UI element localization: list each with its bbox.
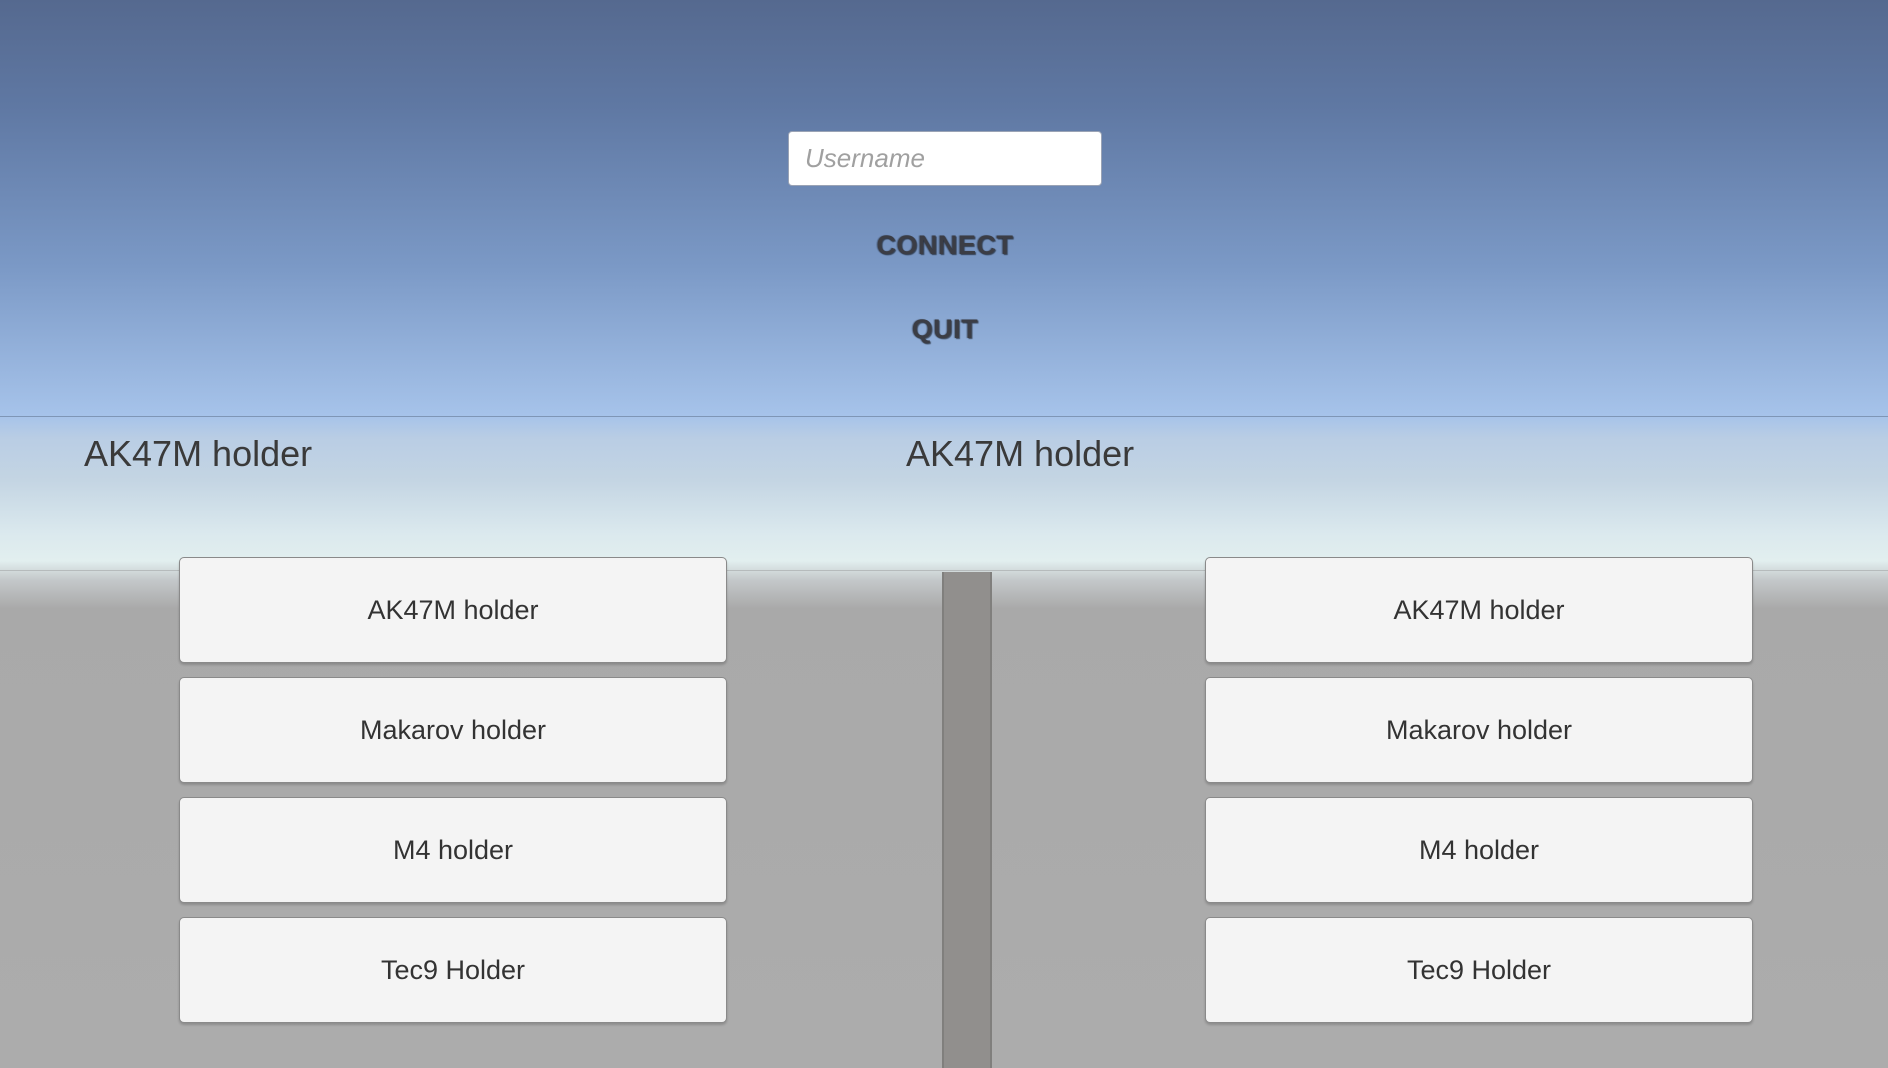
- right-selected-weapon-label: AK47M holder: [906, 433, 1135, 474]
- right-m4-holder-button[interactable]: M4 holder: [1205, 797, 1753, 903]
- right-tec9-holder-button[interactable]: Tec9 Holder: [1205, 917, 1753, 1023]
- left-tec9-holder-button[interactable]: Tec9 Holder: [179, 917, 727, 1023]
- right-makarov-holder-button[interactable]: Makarov holder: [1205, 677, 1753, 783]
- left-makarov-holder-button[interactable]: Makarov holder: [179, 677, 727, 783]
- center-column-divider: [942, 572, 992, 1068]
- connect-button[interactable]: CONNECT: [795, 220, 1095, 270]
- horizon-divider: [0, 416, 1888, 417]
- left-ak47m-holder-button[interactable]: AK47M holder: [179, 557, 727, 663]
- username-input[interactable]: [788, 131, 1102, 186]
- left-m4-holder-button[interactable]: M4 holder: [179, 797, 727, 903]
- quit-button[interactable]: QUIT: [795, 304, 1095, 354]
- right-ak47m-holder-button[interactable]: AK47M holder: [1205, 557, 1753, 663]
- left-selected-weapon-label: AK47M holder: [84, 433, 313, 474]
